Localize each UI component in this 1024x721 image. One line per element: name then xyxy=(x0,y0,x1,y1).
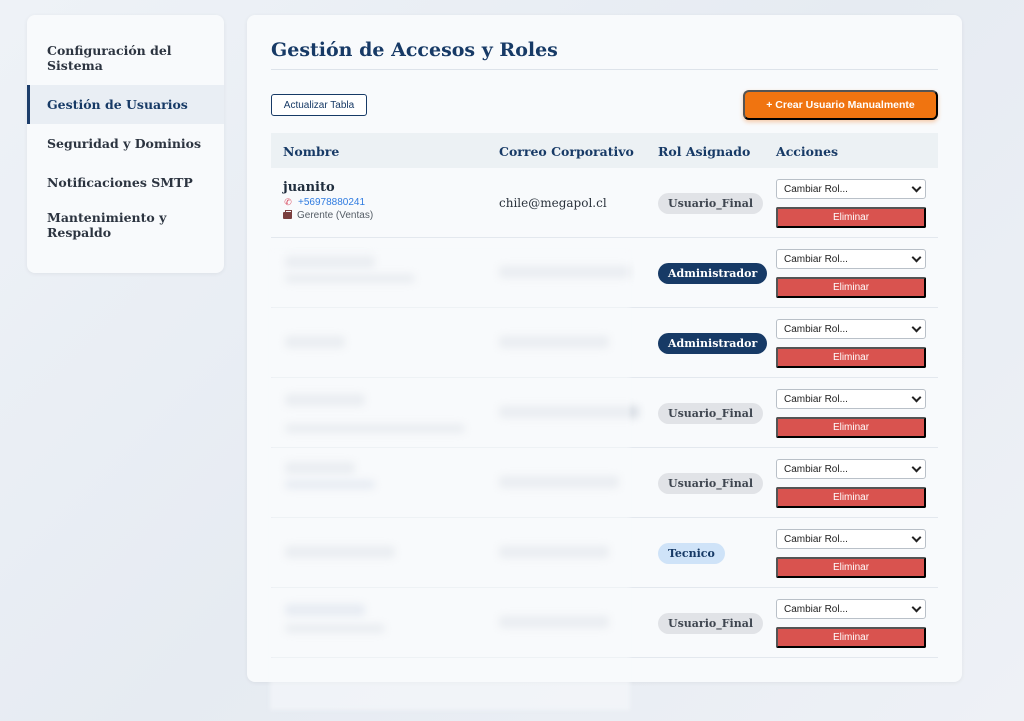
briefcase-icon xyxy=(283,210,292,219)
column-header-correo: Correo Corporativo xyxy=(499,144,634,159)
user-job: Gerente (Ventas) xyxy=(283,210,373,221)
change-role-select[interactable]: Cambiar Rol... xyxy=(776,389,926,409)
role-badge: Tecnico xyxy=(658,543,725,564)
chevron-down-icon xyxy=(911,182,922,193)
delete-user-button[interactable]: Eliminar xyxy=(776,557,926,578)
chevron-down-icon xyxy=(911,322,922,333)
change-role-select[interactable]: Cambiar Rol... xyxy=(776,249,926,269)
table-row: juanito ✆ +56978880241 Gerente (Ventas) … xyxy=(271,168,938,238)
create-user-button[interactable]: + Crear Usuario Manualmente xyxy=(743,90,938,120)
chevron-down-icon xyxy=(911,462,922,473)
chevron-down-icon xyxy=(911,602,922,613)
sidebar-item-usuarios[interactable]: Gestión de Usuarios xyxy=(27,85,224,124)
table-header: Nombre Correo Corporativo Rol Asignado A… xyxy=(271,133,938,168)
column-header-acciones: Acciones xyxy=(776,144,839,159)
user-name-cell: juanito ✆ +56978880241 Gerente (Ventas) xyxy=(283,180,373,221)
user-name: juanito xyxy=(283,180,335,195)
role-badge: Usuario_Final xyxy=(658,473,764,494)
change-role-select-value: Cambiar Rol... xyxy=(784,463,848,475)
delete-user-button[interactable]: Eliminar xyxy=(776,417,926,438)
delete-user-button[interactable]: Eliminar xyxy=(776,207,926,228)
user-phone[interactable]: ✆ +56978880241 xyxy=(283,197,373,208)
refresh-table-button[interactable]: Actualizar Tabla xyxy=(271,94,367,116)
change-role-select[interactable]: Cambiar Rol... xyxy=(776,529,926,549)
title-divider xyxy=(271,69,938,70)
sidebar-item-configuracion[interactable]: Configuración del Sistema xyxy=(27,43,224,85)
user-email: chile@megapol.cl xyxy=(499,196,607,210)
change-role-select-value: Cambiar Rol... xyxy=(784,323,848,335)
column-header-nombre: Nombre xyxy=(283,144,340,159)
delete-user-button[interactable]: Eliminar xyxy=(776,627,926,648)
sidebar: Configuración del Sistema Gestión de Usu… xyxy=(27,15,224,273)
sidebar-item-seguridad[interactable]: Seguridad y Dominios xyxy=(27,124,224,163)
role-badge: Usuario_Final xyxy=(658,403,764,424)
user-phone-number[interactable]: +56978880241 xyxy=(298,197,365,208)
change-role-select[interactable]: Cambiar Rol... xyxy=(776,599,926,619)
delete-user-button[interactable]: Eliminar xyxy=(776,277,926,298)
change-role-select-value: Cambiar Rol... xyxy=(784,253,848,265)
change-role-select-value: Cambiar Rol... xyxy=(784,393,848,405)
change-role-select-value: Cambiar Rol... xyxy=(784,533,848,545)
chevron-down-icon xyxy=(911,252,922,263)
change-role-select[interactable]: Cambiar Rol... xyxy=(776,179,926,199)
change-role-select-value: Cambiar Rol... xyxy=(784,183,848,195)
delete-user-button[interactable]: Eliminar xyxy=(776,487,926,508)
delete-user-button[interactable]: Eliminar xyxy=(776,347,926,368)
role-badge: Administrador xyxy=(658,333,768,354)
column-header-rol: Rol Asignado xyxy=(658,144,751,159)
sidebar-item-smtp[interactable]: Notificaciones SMTP xyxy=(27,163,224,202)
role-badge: Administrador xyxy=(658,263,768,284)
chevron-down-icon xyxy=(911,532,922,543)
change-role-select[interactable]: Cambiar Rol... xyxy=(776,459,926,479)
page-title: Gestión de Accesos y Roles xyxy=(271,39,558,61)
redaction-overlay xyxy=(270,250,630,710)
phone-icon: ✆ xyxy=(284,197,292,207)
role-badge: Usuario_Final xyxy=(658,613,764,634)
sidebar-item-mantenimiento[interactable]: Mantenimiento y Respaldo xyxy=(27,202,224,240)
change-role-select[interactable]: Cambiar Rol... xyxy=(776,319,926,339)
role-badge: Usuario_Final xyxy=(658,193,764,214)
user-job-title: Gerente (Ventas) xyxy=(297,210,374,221)
change-role-select-value: Cambiar Rol... xyxy=(784,603,848,615)
chevron-down-icon xyxy=(911,392,922,403)
